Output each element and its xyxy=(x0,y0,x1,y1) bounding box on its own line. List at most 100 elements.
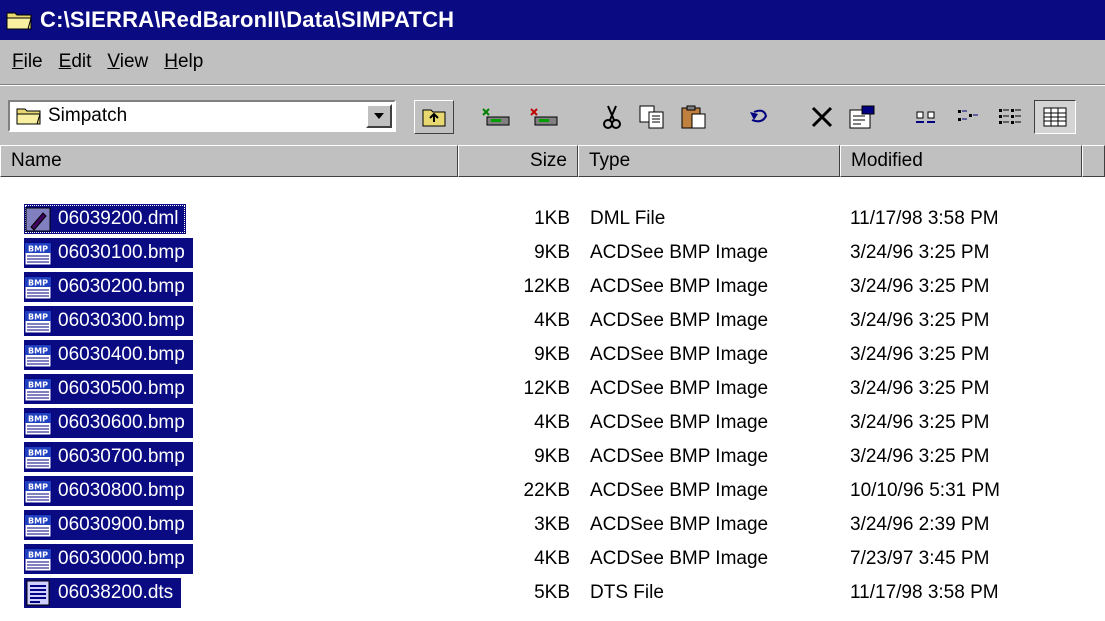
column-header-name[interactable]: Name xyxy=(0,145,458,177)
svg-text:BMP: BMP xyxy=(28,449,48,458)
file-name-cell[interactable]: BMP 06030900.bmp xyxy=(24,510,193,540)
menu-edit-label: dit xyxy=(71,51,92,72)
file-modified: 3/24/96 3:25 PM xyxy=(850,242,990,263)
menu-file[interactable]: File xyxy=(12,51,43,73)
column-header-size[interactable]: Size xyxy=(458,145,578,177)
file-row[interactable]: BMP 06030500.bmp 12KB ACDSee BMP Image 3/24/… xyxy=(0,372,1105,406)
map-drive-button[interactable] xyxy=(474,100,518,134)
file-row[interactable]: BMP 06030100.bmp 9KB ACDSee BMP Image 3/24/9… xyxy=(0,236,1105,270)
file-size: 3KB xyxy=(534,514,570,535)
file-size: 22KB xyxy=(523,480,570,501)
file-name: 06030300.bmp xyxy=(58,310,185,331)
svg-text:BMP: BMP xyxy=(28,517,48,526)
bmp-file-icon: BMP xyxy=(24,307,54,335)
file-row[interactable]: BMP 06030300.bmp 4KB ACDSee BMP Image 3/24/9… xyxy=(0,304,1105,338)
file-name-cell[interactable]: BMP 06030500.bmp xyxy=(24,374,193,404)
svg-text:BMP: BMP xyxy=(28,347,48,356)
file-row[interactable]: BMP 06030800.bmp 22KB ACDSee BMP Image 10/10… xyxy=(0,474,1105,508)
menu-help[interactable]: Help xyxy=(164,51,203,73)
file-name: 06039200.dml xyxy=(58,208,179,229)
file-list[interactable]: 06039200.dml 1KB DML File 11/17/98 3:58 PM B… xyxy=(0,177,1105,621)
file-size: 9KB xyxy=(534,344,570,365)
menu-file-label: ile xyxy=(23,51,43,72)
details-view-icon xyxy=(1043,107,1067,127)
file-row[interactable]: BMP 06030000.bmp 4KB ACDSee BMP Image 7/23/9… xyxy=(0,542,1105,576)
svg-text:BMP: BMP xyxy=(28,381,48,390)
file-name-cell[interactable]: BMP 06030700.bmp xyxy=(24,442,193,472)
small-icons-icon xyxy=(958,110,978,121)
file-modified: 3/24/96 3:25 PM xyxy=(850,446,990,467)
paste-button[interactable] xyxy=(674,100,714,134)
file-name-cell[interactable]: BMP 06030800.bmp xyxy=(24,476,193,506)
column-header-modified[interactable]: Modified xyxy=(840,145,1082,177)
address-combo[interactable]: Simpatch xyxy=(8,100,396,132)
file-modified: 3/24/96 3:25 PM xyxy=(850,412,990,433)
file-size: 4KB xyxy=(534,310,570,331)
file-type: DTS File xyxy=(590,582,664,603)
file-modified: 10/10/96 5:31 PM xyxy=(850,480,1000,501)
copy-button[interactable] xyxy=(632,100,672,134)
file-name-cell[interactable]: 06039200.dml xyxy=(24,204,187,234)
file-name-cell[interactable]: BMP 06030000.bmp xyxy=(24,544,193,574)
folder-icon xyxy=(6,9,34,31)
large-icons-button[interactable] xyxy=(906,100,946,134)
file-row[interactable]: BMP 06030600.bmp 4KB ACDSee BMP Image 3/24/9… xyxy=(0,406,1105,440)
small-icons-button[interactable] xyxy=(948,100,988,134)
file-modified: 3/24/96 2:39 PM xyxy=(850,514,990,535)
file-row[interactable]: BMP 06030400.bmp 9KB ACDSee BMP Image 3/24/9… xyxy=(0,338,1105,372)
title-bar[interactable]: C:\SIERRA\RedBaronII\Data\SIMPATCH xyxy=(0,0,1105,40)
list-view-button[interactable] xyxy=(990,100,1030,134)
address-value: Simpatch xyxy=(48,105,128,126)
file-name-cell[interactable]: BMP 06030400.bmp xyxy=(24,340,193,370)
file-type: ACDSee BMP Image xyxy=(590,310,769,331)
menu-file-hotkey: F xyxy=(12,51,24,72)
menu-view[interactable]: View xyxy=(107,51,148,73)
file-name: 06030200.bmp xyxy=(58,276,185,297)
svg-text:BMP: BMP xyxy=(28,415,48,424)
file-row[interactable]: BMP 06030200.bmp 12KB ACDSee BMP Image 3/24/… xyxy=(0,270,1105,304)
folder-icon xyxy=(16,106,42,126)
menu-help-hotkey: H xyxy=(164,51,178,72)
file-name: 06030000.bmp xyxy=(58,548,185,569)
file-name: 06030600.bmp xyxy=(58,412,185,433)
file-type: ACDSee BMP Image xyxy=(590,548,769,569)
dropdown-button[interactable] xyxy=(366,104,392,128)
file-row[interactable]: BMP 06030700.bmp 9KB ACDSee BMP Image 3/24/9… xyxy=(0,440,1105,474)
menu-view-hotkey: V xyxy=(107,51,120,72)
file-name-cell[interactable]: BMP 06030600.bmp xyxy=(24,408,193,438)
file-type: ACDSee BMP Image xyxy=(590,514,769,535)
details-view-button[interactable] xyxy=(1034,100,1076,134)
file-name: 06038200.dts xyxy=(58,582,174,603)
column-header-type[interactable]: Type xyxy=(578,145,840,177)
menu-help-label: elp xyxy=(177,51,204,72)
file-row[interactable]: 06038200.dts 5KB DTS File 11/17/98 3:58 PM xyxy=(0,576,1105,610)
disconnect-drive-button[interactable] xyxy=(522,100,566,134)
file-type: ACDSee BMP Image xyxy=(590,378,769,399)
properties-button[interactable] xyxy=(842,100,882,134)
file-size: 4KB xyxy=(534,412,570,433)
menu-edit[interactable]: Edit xyxy=(59,51,92,73)
file-row[interactable]: BMP 06030900.bmp 3KB ACDSee BMP Image 3/24/9… xyxy=(0,508,1105,542)
delete-button[interactable] xyxy=(802,100,842,134)
file-row[interactable]: 06039200.dml 1KB DML File 11/17/98 3:58 PM xyxy=(0,202,1105,236)
file-size: 1KB xyxy=(534,208,570,229)
file-name-cell[interactable]: BMP 06030200.bmp xyxy=(24,272,193,302)
file-name-cell[interactable]: BMP 06030300.bmp xyxy=(24,306,193,336)
file-name: 06030100.bmp xyxy=(58,242,185,263)
large-icons-icon xyxy=(916,111,935,123)
file-name-cell[interactable]: BMP 06030100.bmp xyxy=(24,238,193,268)
bmp-file-icon: BMP xyxy=(24,375,54,403)
bmp-file-icon: BMP xyxy=(24,409,54,437)
cut-button[interactable] xyxy=(592,100,632,134)
file-type: ACDSee BMP Image xyxy=(590,480,769,501)
file-type: DML File xyxy=(590,208,666,229)
up-one-level-button[interactable] xyxy=(414,100,454,134)
delete-icon xyxy=(811,106,833,128)
file-size: 12KB xyxy=(523,276,570,297)
file-type: ACDSee BMP Image xyxy=(590,242,769,263)
file-name-cell[interactable]: 06038200.dts xyxy=(24,578,182,608)
undo-button[interactable] xyxy=(738,100,778,134)
file-type: ACDSee BMP Image xyxy=(590,446,769,467)
file-type: ACDSee BMP Image xyxy=(590,276,769,297)
file-name: 06030500.bmp xyxy=(58,378,185,399)
